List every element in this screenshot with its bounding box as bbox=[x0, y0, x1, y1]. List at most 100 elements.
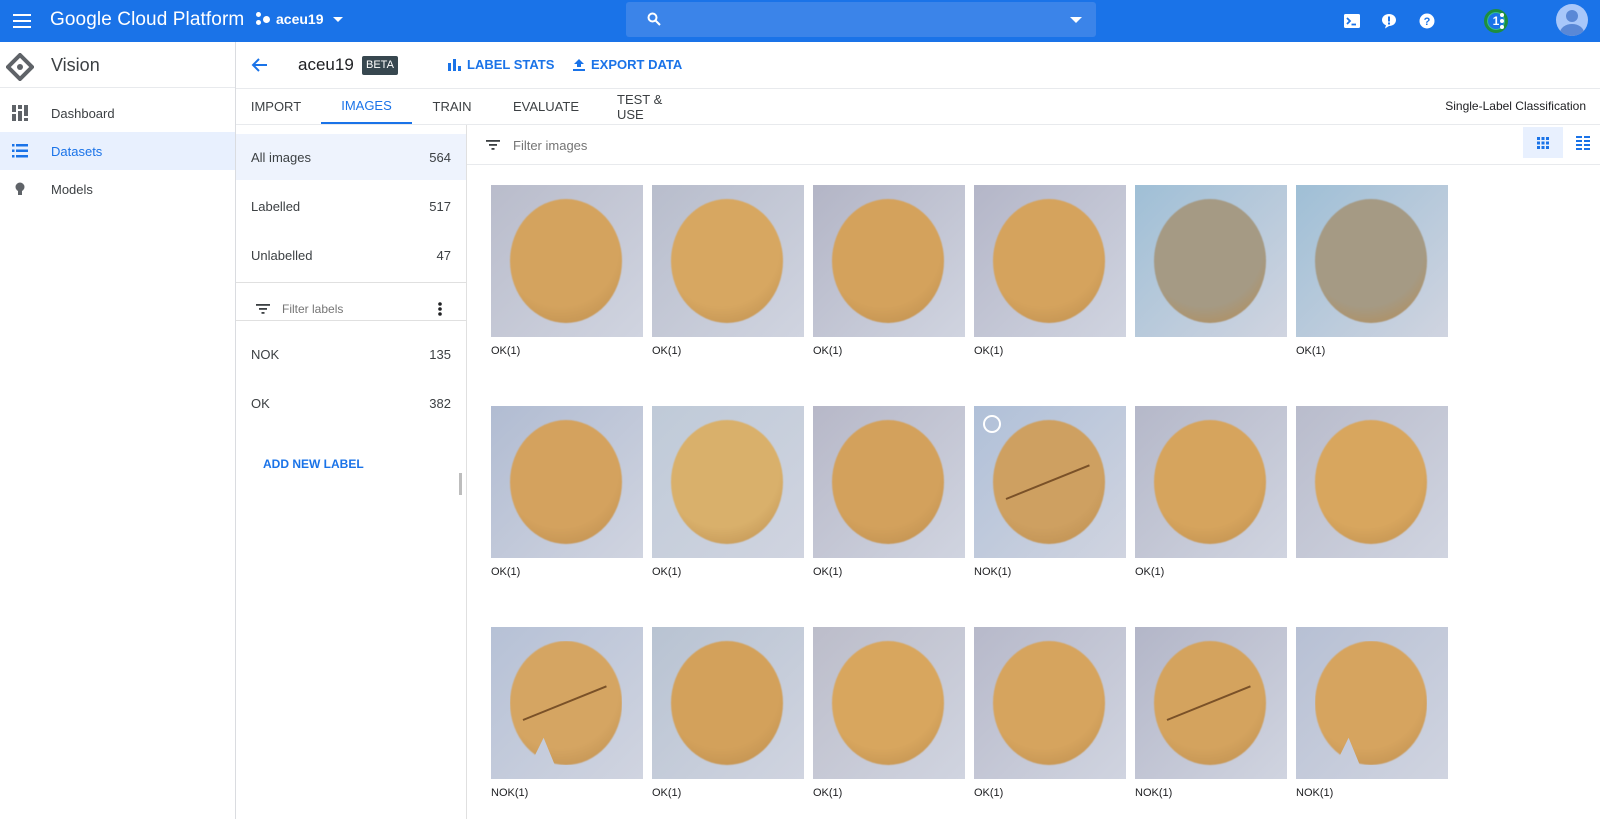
image-label-caption: OK(1) bbox=[491, 345, 521, 357]
image-tile[interactable]: OK(1) bbox=[1135, 406, 1287, 601]
image-tile[interactable]: NOK(1) bbox=[491, 627, 643, 822]
filter-count: 517 bbox=[429, 198, 451, 214]
list-view-button[interactable] bbox=[1563, 127, 1600, 158]
sidebar-item-models[interactable]: Models bbox=[0, 170, 235, 208]
image-tile[interactable] bbox=[1296, 406, 1448, 601]
image-tile[interactable] bbox=[1135, 185, 1287, 380]
image-tile[interactable]: OK(1) bbox=[491, 406, 643, 601]
image-label-caption: OK(1) bbox=[491, 566, 521, 578]
image-tile[interactable]: OK(1) bbox=[652, 406, 804, 601]
image-tile[interactable]: OK(1) bbox=[491, 185, 643, 380]
image-thumbnail bbox=[1296, 627, 1448, 779]
image-tile[interactable]: NOK(1) bbox=[1296, 627, 1448, 822]
label-row-nok[interactable]: NOK 135 bbox=[236, 331, 466, 377]
product-name: Vision bbox=[51, 55, 100, 75]
image-thumbnail bbox=[1135, 406, 1287, 558]
cookie-image bbox=[671, 420, 783, 544]
label-row-ok[interactable]: OK 382 bbox=[236, 380, 466, 426]
back-arrow-icon[interactable] bbox=[250, 55, 270, 75]
image-tile[interactable]: OK(1) bbox=[652, 627, 804, 822]
filter-labelled[interactable]: Labelled 517 bbox=[236, 183, 466, 229]
divider bbox=[236, 320, 466, 321]
image-label-caption: NOK(1) bbox=[974, 566, 1012, 578]
image-tile[interactable]: OK(1) bbox=[1296, 185, 1448, 380]
image-label-caption: OK(1) bbox=[652, 345, 682, 357]
sidebar-item-dashboard[interactable]: Dashboard bbox=[0, 94, 235, 132]
more-vert-icon[interactable] bbox=[436, 300, 444, 318]
image-label-caption: OK(1) bbox=[652, 566, 682, 578]
image-label-caption: OK(1) bbox=[813, 345, 843, 357]
select-checkbox[interactable] bbox=[983, 415, 1001, 433]
cookie-image bbox=[510, 199, 622, 323]
tab-train[interactable]: TRAIN bbox=[430, 89, 474, 124]
help-icon[interactable]: ? bbox=[1417, 11, 1437, 31]
dashboard-icon bbox=[12, 105, 28, 121]
filter-all-images[interactable]: All images 564 bbox=[236, 134, 466, 180]
cookie-image bbox=[671, 641, 783, 765]
image-tile[interactable]: NOK(1) bbox=[974, 406, 1126, 601]
image-tile[interactable]: OK(1) bbox=[813, 627, 965, 822]
grid-view-icon bbox=[1537, 136, 1549, 149]
vision-logo-icon bbox=[6, 53, 34, 81]
cookie-image bbox=[993, 199, 1105, 323]
panel-resize-handle[interactable] bbox=[459, 473, 462, 495]
cloud-shell-icon[interactable] bbox=[1342, 11, 1362, 31]
search-bar[interactable] bbox=[626, 2, 1096, 37]
sidebar-item-datasets[interactable]: Datasets bbox=[0, 132, 235, 170]
gcp-brand[interactable]: Google Cloud Platform bbox=[50, 9, 244, 31]
image-label-caption: NOK(1) bbox=[491, 787, 529, 799]
image-thumbnail bbox=[491, 406, 643, 558]
cookie-image bbox=[993, 641, 1105, 765]
label-count: 382 bbox=[429, 395, 451, 411]
list-icon bbox=[12, 144, 28, 158]
image-thumbnail bbox=[813, 185, 965, 337]
filter-count: 47 bbox=[436, 247, 451, 263]
cookie-image bbox=[832, 199, 944, 323]
tab-evaluate[interactable]: EVALUATE bbox=[511, 89, 581, 124]
image-tile[interactable]: OK(1) bbox=[813, 406, 965, 601]
upload-icon bbox=[573, 58, 585, 71]
image-thumbnail bbox=[491, 185, 643, 337]
image-thumbnail bbox=[813, 627, 965, 779]
dataset-title: aceu19 bbox=[298, 55, 354, 74]
image-tile[interactable]: OK(1) bbox=[974, 627, 1126, 822]
image-tile[interactable]: OK(1) bbox=[652, 185, 804, 380]
image-label-caption: OK(1) bbox=[1135, 566, 1165, 578]
filter-labels-input[interactable] bbox=[282, 298, 422, 320]
search-input[interactable] bbox=[676, 2, 1056, 37]
account-avatar[interactable] bbox=[1556, 4, 1588, 36]
image-tile[interactable]: NOK(1) bbox=[1135, 627, 1287, 822]
tab-images[interactable]: IMAGES bbox=[321, 89, 412, 124]
model-type-label: Single-Label Classification bbox=[1445, 99, 1586, 113]
dataset-header: aceu19 BETA LABEL STATS EXPORT DATA bbox=[236, 42, 1600, 89]
search-dropdown-icon[interactable] bbox=[1070, 17, 1082, 23]
grid-view-button[interactable] bbox=[1523, 127, 1563, 158]
menu-icon[interactable] bbox=[10, 9, 34, 33]
tab-test-use[interactable]: TEST & USE bbox=[617, 89, 687, 124]
label-stats-button[interactable]: LABEL STATS bbox=[448, 57, 554, 72]
export-data-label: EXPORT DATA bbox=[591, 57, 683, 72]
image-thumbnail bbox=[974, 185, 1126, 337]
image-tile[interactable]: OK(1) bbox=[813, 185, 965, 380]
project-selector[interactable]: aceu19 bbox=[256, 11, 344, 27]
filter-unlabelled[interactable]: Unlabelled 47 bbox=[236, 232, 466, 278]
tab-import[interactable]: IMPORT bbox=[248, 89, 304, 124]
label-name: NOK bbox=[251, 346, 280, 362]
image-tile[interactable]: OK(1) bbox=[974, 185, 1126, 380]
image-label-caption: OK(1) bbox=[1296, 345, 1326, 357]
filter-images-input[interactable] bbox=[513, 133, 813, 157]
sidebar-item-label: Models bbox=[51, 181, 93, 197]
cookie-image bbox=[1315, 641, 1427, 765]
search-icon bbox=[647, 12, 661, 26]
filter-label: All images bbox=[251, 149, 311, 165]
feedback-icon[interactable] bbox=[1379, 11, 1399, 31]
image-label-caption: OK(1) bbox=[974, 787, 1004, 799]
cookie-image bbox=[1154, 199, 1266, 323]
image-thumbnail bbox=[652, 185, 804, 337]
image-label-caption: OK(1) bbox=[813, 787, 843, 799]
label-count: 135 bbox=[429, 346, 451, 362]
beta-badge: BETA bbox=[362, 56, 398, 75]
export-data-button[interactable]: EXPORT DATA bbox=[573, 57, 682, 72]
add-new-label-button[interactable]: ADD NEW LABEL bbox=[263, 457, 364, 471]
more-vert-icon[interactable] bbox=[1492, 11, 1512, 31]
